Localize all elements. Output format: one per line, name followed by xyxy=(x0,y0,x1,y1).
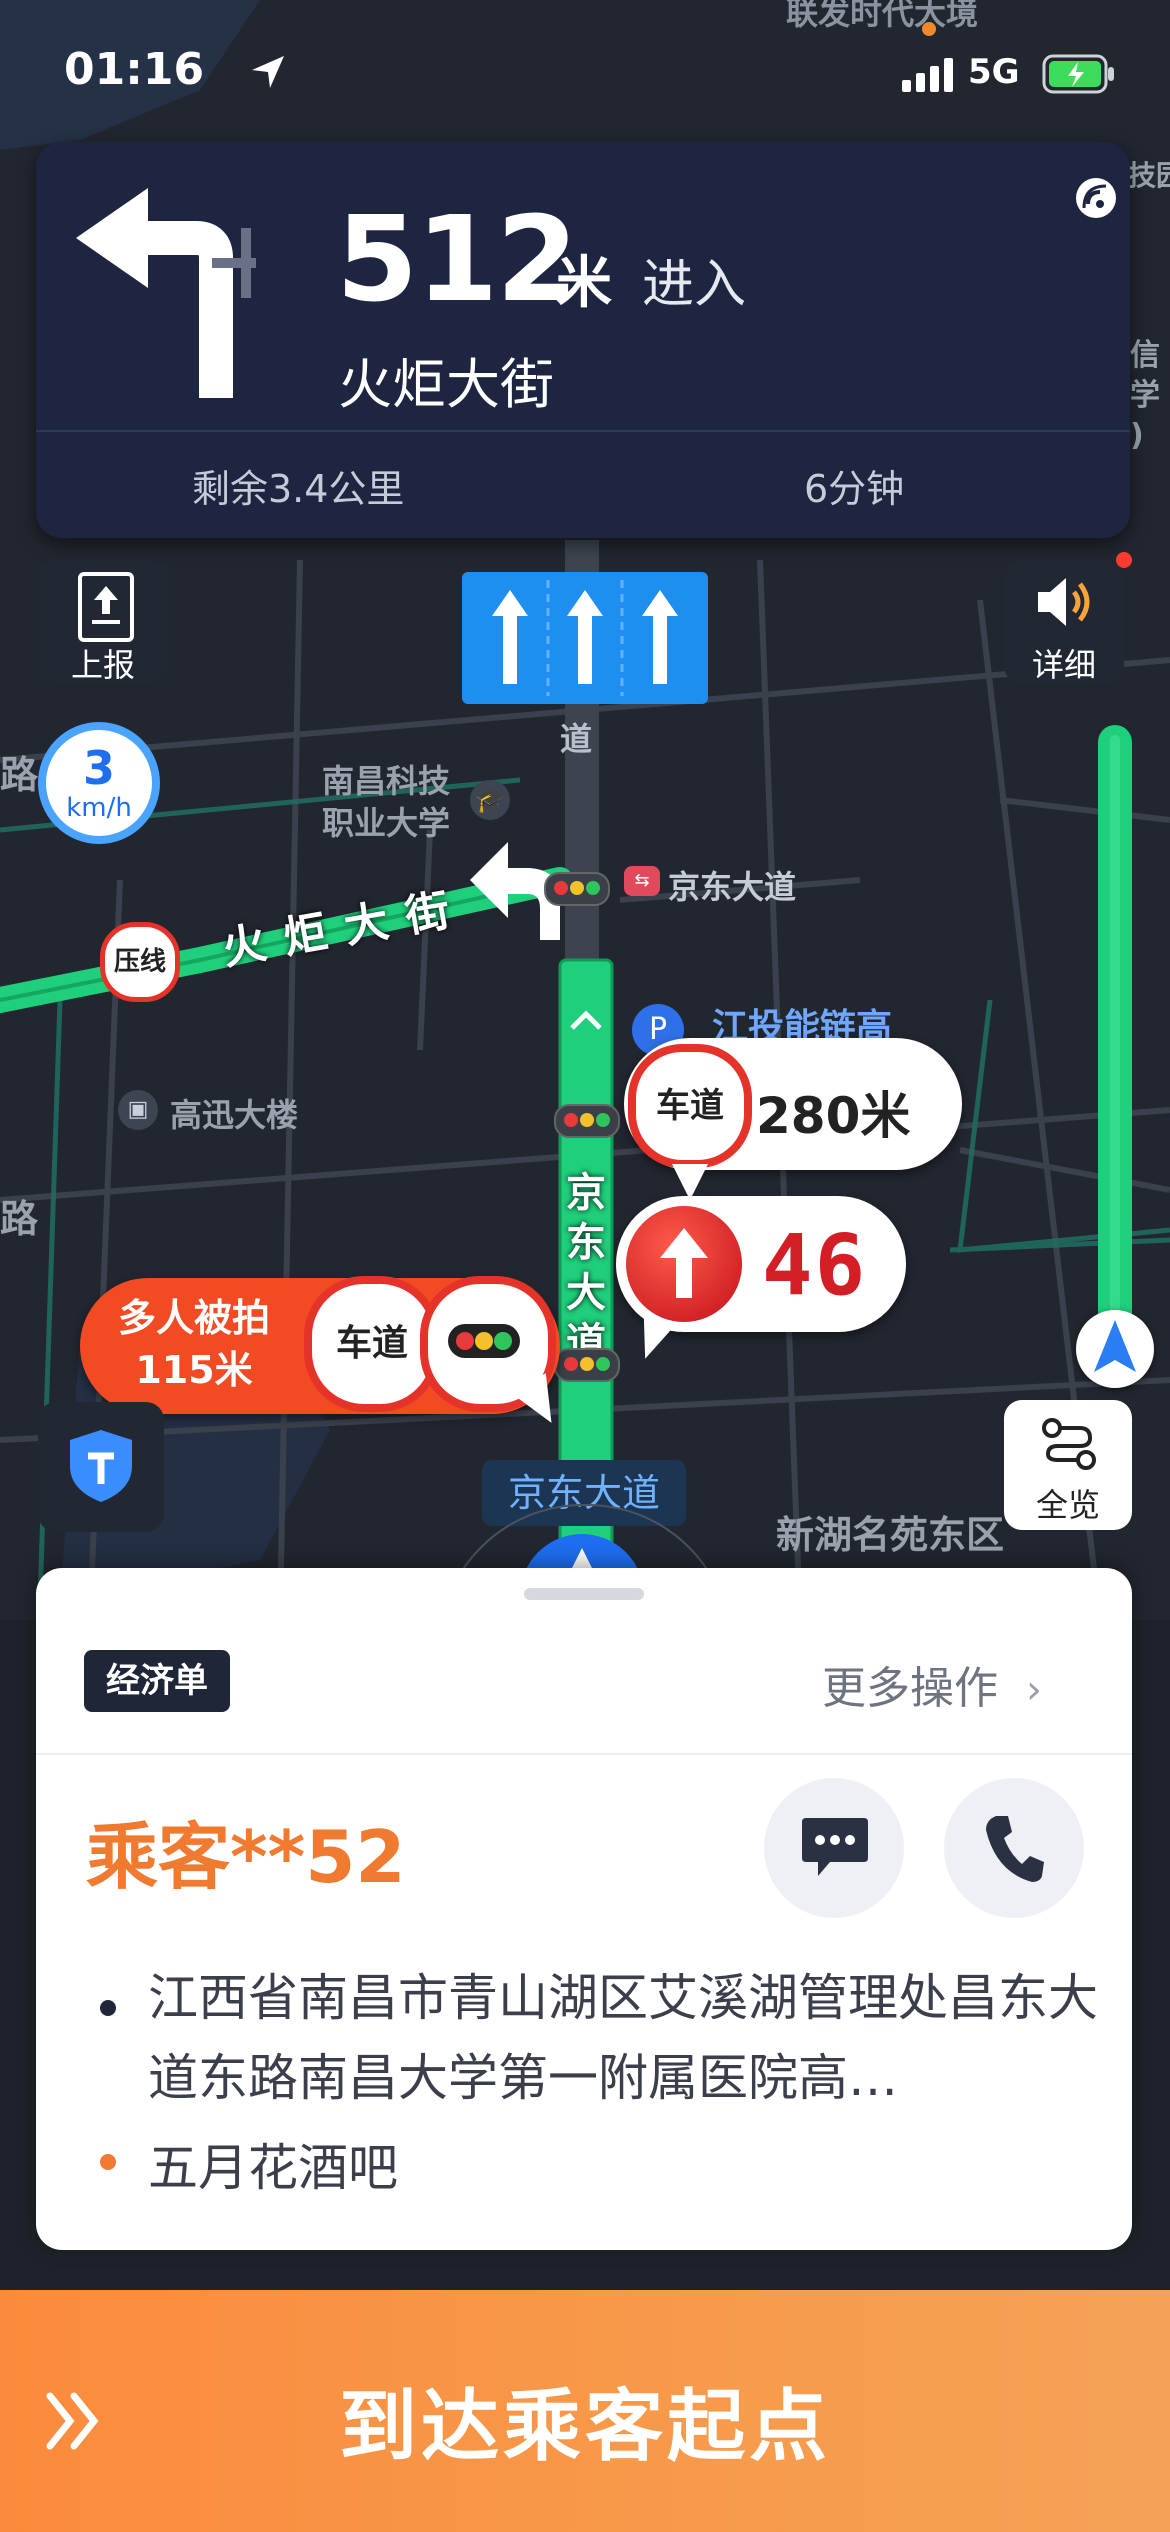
status-time: 01:16 xyxy=(64,44,205,95)
lane-camera-callout: 车道 280米 xyxy=(624,1038,962,1200)
turn-action: 进入 xyxy=(642,255,747,315)
report-button[interactable]: 上报 xyxy=(38,560,168,684)
multi-camera-label: 多人被拍 xyxy=(118,1296,271,1340)
poi-dot xyxy=(922,22,936,36)
remaining-time: 6分钟 xyxy=(804,467,905,511)
poi-xinhu: 新湖名苑东区 xyxy=(776,1513,1005,1557)
edge-label-lu-2: 路 xyxy=(0,1197,39,1241)
road-label-dao: 道 xyxy=(560,720,593,758)
traffic-light-icon xyxy=(544,872,610,906)
passenger-name: 乘客**52 xyxy=(86,1815,406,1899)
poi-gaoxun: 高迅大楼 xyxy=(170,1096,299,1134)
order-card[interactable]: 经济单 更多操作 › 乘客**52 江西省南昌市青山湖区艾溪湖管理处昌东大道东路… xyxy=(36,1568,1132,2250)
lane-camera-badge: 车道 xyxy=(628,1044,752,1168)
drag-handle[interactable] xyxy=(524,1588,644,1600)
route-overview-icon xyxy=(1040,1418,1098,1474)
traffic-light-icon xyxy=(554,1104,620,1138)
pickup-dot xyxy=(100,2000,116,2016)
poi-label-top: 联发时代大境 xyxy=(786,0,979,32)
destination-address: 五月花酒吧 xyxy=(148,2139,398,2197)
more-actions-label: 更多操作 xyxy=(822,1663,998,1714)
more-actions-button[interactable]: 更多操作 › xyxy=(822,1652,1042,1716)
report-icon xyxy=(78,572,134,642)
signal-countdown-callout: 46 xyxy=(616,1196,906,1365)
pickup-address: 江西省南昌市青山湖区艾溪湖管理处昌东大道东路南昌大学第一附属医院高… xyxy=(148,1969,1098,2107)
turn-distance: 512 xyxy=(336,190,578,328)
straight-signal-icon xyxy=(626,1206,742,1322)
turn-left-arrow-icon xyxy=(76,188,276,402)
battery-charging-icon xyxy=(1042,54,1116,98)
no-line-pressing-sign: 压线 xyxy=(100,922,180,1002)
divider xyxy=(36,430,1130,432)
order-type-tag: 经济单 xyxy=(84,1650,230,1712)
divider xyxy=(36,1753,1132,1755)
building-icon: ▣ xyxy=(118,1090,158,1130)
progress-vehicle-icon xyxy=(1076,1310,1154,1388)
overview-label: 全览 xyxy=(1035,1486,1100,1524)
traffic-light-icon xyxy=(554,1348,620,1382)
speaker-icon xyxy=(1034,574,1098,638)
satellite-icon[interactable] xyxy=(1076,178,1116,218)
signal-countdown-value: 46 xyxy=(762,1216,868,1314)
phone-icon xyxy=(982,1812,1046,1888)
arrive-pickup-label: 到达乘客起点 xyxy=(338,2382,831,2472)
lane-guidance xyxy=(462,572,708,704)
safety-shield-button[interactable] xyxy=(38,1402,164,1532)
location-arrow-icon xyxy=(248,52,288,96)
chevron-right-icon: › xyxy=(1026,1667,1042,1713)
network-type: 5G xyxy=(968,52,1020,92)
remaining-distance: 剩余3.4公里 xyxy=(192,467,405,511)
navigation-instruction-card[interactable]: 512 米 进入 火炬大街 剩余3.4公里 6分钟 xyxy=(36,142,1130,538)
school-icon: 🎓 xyxy=(470,780,510,820)
metro-icon: ⇆ xyxy=(624,866,660,896)
edge-label-right: 信 学 ) xyxy=(1130,338,1160,453)
destination-dot xyxy=(100,2154,116,2170)
edge-label-ji: 技园 xyxy=(1128,159,1170,192)
edge-label-lu-1: 路 xyxy=(0,753,39,797)
arrive-pickup-slider[interactable]: 到达乘客起点 xyxy=(0,2290,1170,2532)
chat-bubble-icon xyxy=(800,1816,870,1884)
report-label: 上报 xyxy=(70,646,135,684)
notification-dot xyxy=(1116,552,1132,568)
speed-gauge: 3 km/h xyxy=(38,722,160,844)
road-label-jingdong-vertical: 京东大道 xyxy=(566,1170,606,1366)
overview-button[interactable]: 全览 xyxy=(1004,1400,1132,1530)
turn-distance-unit: 米 xyxy=(556,251,612,316)
detail-label: 详细 xyxy=(1031,646,1096,684)
speed-unit: km/h xyxy=(66,793,132,823)
next-street: 火炬大街 xyxy=(338,353,554,416)
detail-button[interactable]: 详细 xyxy=(1004,552,1132,684)
poi-nanchang-tech: 南昌科技 职业大学 xyxy=(322,762,451,842)
lane-camera-distance: 280米 xyxy=(756,1087,911,1145)
speed-value: 3 xyxy=(82,741,115,795)
shield-icon xyxy=(68,1428,134,1508)
signal-bars-icon xyxy=(902,58,958,96)
poi-jingdong-avenue: 京东大道 xyxy=(668,868,797,906)
message-button[interactable] xyxy=(764,1778,904,1918)
call-button[interactable] xyxy=(944,1778,1084,1918)
multi-camera-distance: 115米 xyxy=(135,1348,253,1392)
